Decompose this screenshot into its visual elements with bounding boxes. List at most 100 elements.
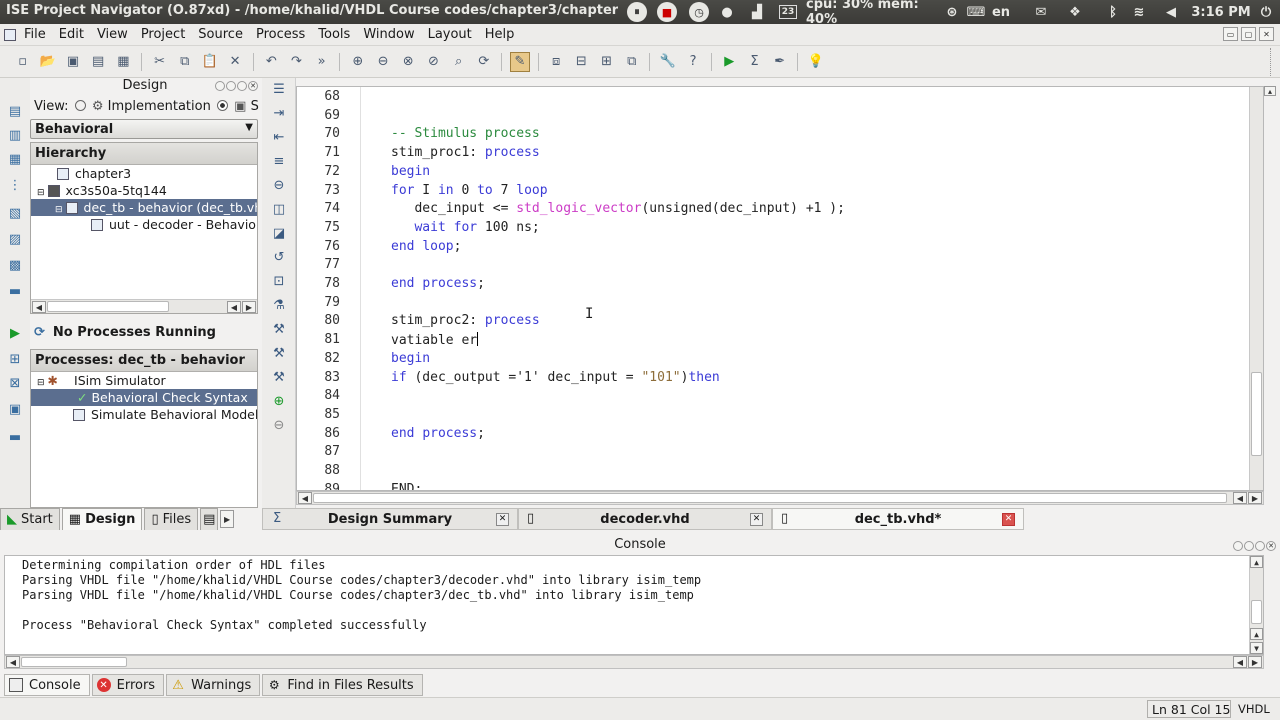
panel-restore-icon[interactable] [215,81,225,91]
tree-item-uut[interactable]: uut - decoder - Behavioral (decoder.vhd) [31,216,257,233]
sigma-icon[interactable]: Σ [744,52,764,72]
close-tab-icon[interactable]: ✕ [750,513,763,526]
power-icon[interactable]: ⏻ [1256,2,1276,22]
code-area[interactable]: -- Stimulus process stim_proc1: process be… [297,87,1247,490]
code-line[interactable]: begin [391,351,430,366]
process-check-syntax[interactable]: ✓ Behavioral Check Syntax [31,389,257,406]
lightbulb-icon[interactable]: 💡 [806,52,826,72]
save-all-icon[interactable]: ▤ [88,52,108,72]
properties-icon[interactable]: ▨ [6,232,24,250]
editor-hscrollbar[interactable]: ◀ ◀ ▶ [296,491,1264,505]
tab-errors[interactable]: ✕ Errors [91,674,165,696]
code-line[interactable]: -- Stimulus process [391,126,540,141]
save-icon[interactable]: ▣ [63,52,83,72]
outdent-icon[interactable]: ⇤ [270,130,288,148]
new-source-icon[interactable]: ▦ [6,152,24,170]
tab-dec-tb-vhd[interactable]: ▯ dec_tb.vhd* ✕ [772,508,1024,530]
bookmark-next-icon[interactable]: ◪ [270,226,288,244]
tab-files[interactable]: ▯ Files [144,508,199,530]
print-icon[interactable]: ▦ [113,52,133,72]
hierarchy-icon[interactable]: ⋮ [6,178,24,196]
copy-icon[interactable]: ⧉ [175,52,195,72]
paste-icon[interactable]: 📋 [200,52,220,72]
scroll-right-icon[interactable]: ▶ [1248,656,1262,668]
table-icon[interactable]: ▬ [6,284,24,302]
clear-bookmarks-icon[interactable]: ⊡ [270,274,288,292]
scroll-thumb[interactable] [47,301,169,312]
calendar-icon[interactable]: 23 [778,2,798,22]
scroll-left-icon[interactable]: ◀ [6,656,20,668]
android-icon[interactable]: ▟ [746,2,768,22]
scroll-thumb[interactable] [21,657,127,667]
simulation-label[interactable]: Simulation [251,99,260,114]
delete-icon[interactable]: ✕ [225,52,245,72]
help-cursor-icon[interactable]: ? [683,52,703,72]
console-hscrollbar[interactable]: ◀ ◀ ▶ [4,655,1264,669]
more-icon[interactable]: » [312,52,332,72]
cascade-icon[interactable]: ⧈ [546,52,566,72]
run-process-icon[interactable]: ▶ [6,326,24,344]
tile-horizontal-icon[interactable]: ⊟ [571,52,591,72]
scroll-up-icon[interactable]: ▲ [1250,628,1263,640]
console-maximize-icon[interactable] [1255,541,1265,551]
remove-icon[interactable]: ▧ [6,206,24,224]
code-line[interactable]: if (dec_output ='1' dec_input = "101")th… [391,370,720,385]
network-icon[interactable]: ● [718,2,736,22]
process-properties-icon[interactable]: ⊞ [6,352,24,370]
system-monitor[interactable]: cpu: 30% mem: 40% [806,0,936,27]
clock-icon[interactable]: ◷ [688,2,710,22]
zoom-in-icon[interactable]: ⊕ [348,52,368,72]
edit-icon[interactable]: ▩ [6,258,24,276]
add-source-icon[interactable]: ▤ [6,104,24,122]
tab-libraries[interactable]: ▤ [200,508,219,530]
panel-close-icon[interactable]: ✕ [248,81,258,91]
code-line[interactable]: dec_input <= std_logic_vector(unsigned(d… [391,201,845,216]
code-line[interactable]: stim_proc2: process [391,313,540,328]
process-isim[interactable]: ⊟ ✱ ISim Simulator [31,372,257,389]
cut-icon[interactable]: ✂ [150,52,170,72]
code-editor[interactable]: 68 69 70 71 72 73 74 75 76 77 78 79 80 81 82 83 84 85 86 87… [296,86,1264,491]
stop-process-icon[interactable]: ▣ [6,402,24,420]
toggle-bookmark-icon[interactable]: ◫ [270,202,288,220]
scroll-left-icon[interactable]: ◀ [227,301,241,313]
tab-design-summary[interactable]: Σ Design Summary ✕ [262,508,518,530]
hierarchy-hscrollbar[interactable]: ◀ ◀ ▶ [31,299,257,313]
scroll-thumb[interactable] [1251,600,1262,624]
remove-template-icon[interactable]: ⊖ [270,418,288,436]
code-line[interactable]: end loop; [391,239,461,254]
collapse-icon[interactable]: ⊟ [37,378,45,388]
find-next-icon[interactable]: ⚒ [270,346,288,364]
bookmark-prev-icon[interactable]: ↺ [270,250,288,268]
add-copy-source-icon[interactable]: ▥ [6,128,24,146]
simulation-radio[interactable] [216,100,228,111]
close-icon[interactable]: ✕ [1259,27,1274,41]
uncomment-icon[interactable]: ⊖ [270,178,288,196]
scroll-left-icon[interactable]: ◀ [298,492,312,504]
tab-find-in-files[interactable]: ⚙ Find in Files Results [262,674,423,696]
scroll-down-icon[interactable]: ▼ [1250,642,1263,654]
console-restore-icon[interactable] [1233,541,1243,551]
tab-decoder-vhd[interactable]: ▯ decoder.vhd ✕ [518,508,772,530]
menu-view[interactable]: View [91,27,135,42]
scroll-thumb[interactable] [1251,372,1262,456]
menu-process[interactable]: Process [250,27,312,42]
float-window-icon[interactable]: ⧉ [622,52,642,72]
editor-vscrollbar[interactable] [1249,87,1263,490]
close-tab-icon[interactable]: ✕ [496,513,509,526]
code-line[interactable]: stim_proc1: process [391,145,540,160]
editor-float-icon[interactable]: ▴ [1264,86,1280,100]
scroll-right-icon[interactable]: ▶ [242,301,256,313]
wifi-icon[interactable]: ≋ [1128,2,1150,22]
console-output[interactable]: Determining compilation order of HDL fil… [4,555,1264,655]
stop-record-icon[interactable]: ■ [656,2,678,22]
maximize-icon[interactable]: ▢ [1241,27,1256,41]
tab-design[interactable]: ▦ Design [61,508,143,530]
tab-start[interactable]: ◣ Start [0,508,60,530]
mail-icon[interactable]: ✉ [1032,2,1050,22]
collapse-icon[interactable]: ⊟ [55,205,63,215]
tab-warnings[interactable]: ⚠ Warnings [166,674,261,696]
zoom-select-icon[interactable]: ⊘ [423,52,443,72]
tab-console[interactable]: Console [4,674,90,696]
code-line[interactable]: END; [391,482,422,490]
scroll-left-icon[interactable]: ◀ [1233,656,1247,668]
